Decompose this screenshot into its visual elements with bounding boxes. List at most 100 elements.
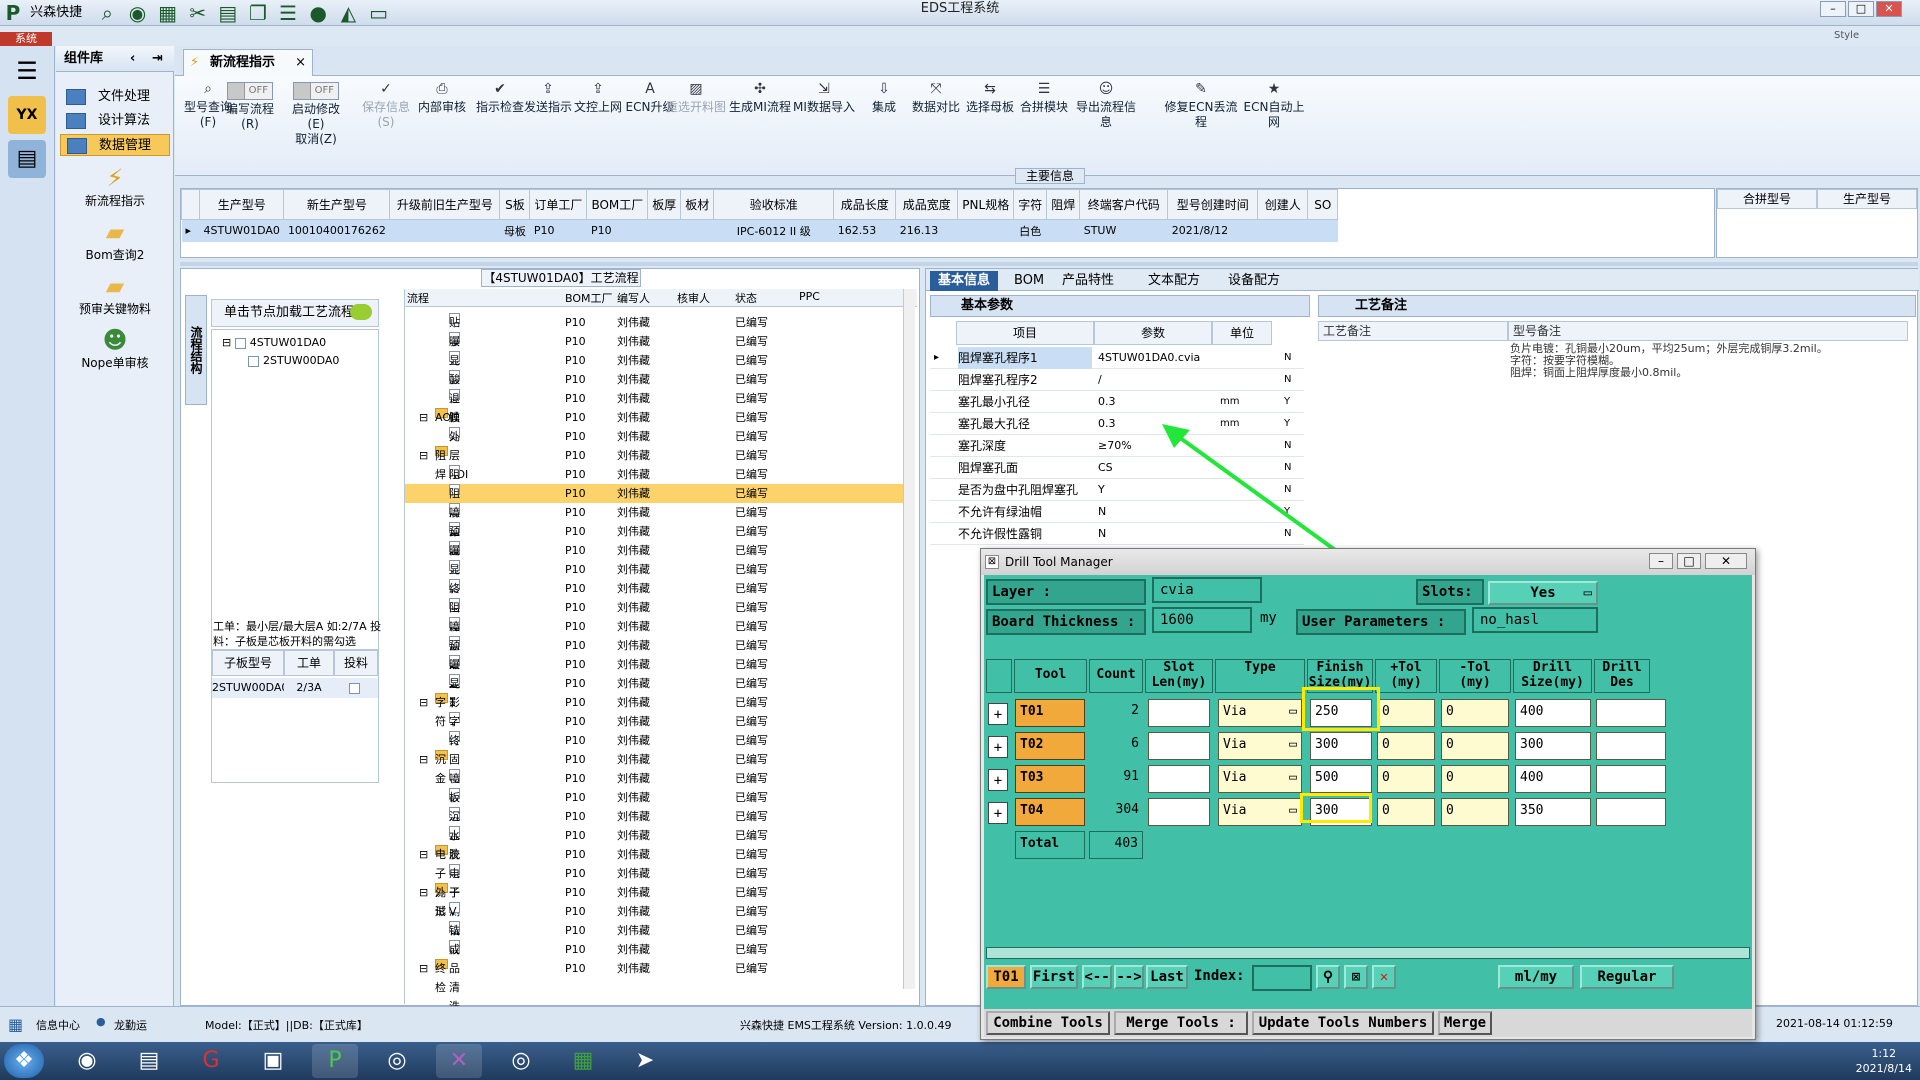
minus-tol-field[interactable]: 0 bbox=[1441, 732, 1509, 760]
tab-new-flow[interactable]: ⚡ 新流程指示 × bbox=[183, 49, 313, 76]
tab-4[interactable]: 设备配方 bbox=[1220, 271, 1288, 291]
grid-header[interactable]: 成品宽度 bbox=[895, 189, 959, 220]
param-value[interactable]: 0.3 bbox=[1098, 413, 1116, 435]
taskbar-eye2-icon[interactable]: ◎ bbox=[498, 1044, 544, 1078]
grid-header[interactable]: 阻焊 bbox=[1046, 189, 1081, 220]
process-row[interactable]: 终固化P10刘伟藏已编写 bbox=[405, 579, 905, 633]
windows-grid-icon[interactable]: ▦ bbox=[8, 1015, 23, 1034]
grid-header[interactable]: 新生产型号 bbox=[283, 189, 391, 220]
param-value[interactable]: 4STUW01DA0.cvia bbox=[1098, 347, 1200, 369]
grid-cell[interactable]: P10 bbox=[586, 219, 648, 242]
drill-des-field[interactable] bbox=[1596, 798, 1666, 826]
process-row[interactable]: 终固化P10刘伟藏已编写 bbox=[405, 731, 905, 785]
taskbar-p-icon[interactable]: P bbox=[312, 1044, 358, 1078]
ribbon-button-18[interactable]: ★ ECN自动上网 bbox=[1243, 82, 1305, 130]
process-row[interactable]: ⊟ 终检 P10 刘伟藏 已编写 bbox=[405, 959, 905, 994]
process-row[interactable]: ⊟ 字符 P10 刘伟藏 已编写 bbox=[405, 693, 905, 728]
monitor-icon[interactable]: ▭ bbox=[366, 2, 392, 24]
grid-cell[interactable] bbox=[957, 219, 1014, 242]
ribbon-button-14[interactable]: ⇆ 选择母板 bbox=[959, 82, 1021, 115]
expand-toggle-icon[interactable]: ⊟ bbox=[419, 845, 428, 864]
tab-2[interactable]: 产品特性 bbox=[1054, 271, 1122, 291]
chart-icon[interactable]: ◭ bbox=[335, 2, 361, 24]
style-label[interactable]: Style bbox=[1834, 30, 1859, 41]
grid-cell[interactable] bbox=[1257, 219, 1308, 242]
minimize-button[interactable]: – bbox=[1820, 1, 1846, 17]
grid-header[interactable]: 板材 bbox=[680, 189, 715, 220]
expand-toggle-icon[interactable]: ⊟ bbox=[419, 959, 428, 978]
nav-first-button[interactable]: First bbox=[1030, 965, 1078, 989]
grid-header[interactable]: 升级前旧生产型号 bbox=[389, 189, 501, 220]
process-row[interactable]: 电子测试P10刘伟藏已编写 bbox=[405, 864, 905, 937]
comp-item-file[interactable]: 文件处理 bbox=[60, 86, 170, 108]
ribbon-button-11[interactable]: ⇲ MI数据导入 bbox=[793, 82, 855, 115]
tab-0[interactable]: 基本信息 bbox=[930, 271, 999, 291]
taskbar-notes-icon[interactable]: ▤ bbox=[126, 1044, 172, 1078]
mode-dropdown[interactable]: Regular bbox=[1580, 965, 1674, 989]
grid-header[interactable]: 板厚 bbox=[647, 189, 682, 220]
param-value[interactable]: 0.3 bbox=[1098, 391, 1116, 413]
process-row[interactable]: 喷砂P10刘伟藏已编写 bbox=[405, 769, 905, 804]
process-row[interactable]: 曝光1P10刘伟藏已编写 bbox=[405, 655, 905, 709]
ribbon-button-3[interactable]: ✓ 保存信息(S) bbox=[355, 82, 417, 130]
checkbox[interactable] bbox=[248, 355, 259, 367]
grid-cell[interactable]: 4STUW01DA0 bbox=[199, 219, 284, 242]
drill-size-field[interactable]: 300 bbox=[1515, 732, 1591, 760]
process-row[interactable]: 阻焊前处理P10刘伟藏已编写 bbox=[405, 465, 905, 557]
expand-toggle-icon[interactable]: ⊟ bbox=[419, 408, 428, 427]
taskbar-x-icon[interactable]: ✕ bbox=[436, 1044, 482, 1078]
process-row[interactable]: ⊟ AOI P10 刘伟藏 已编写 bbox=[405, 408, 905, 427]
process-row[interactable]: 退膜 P10 刘伟藏 已编写 bbox=[405, 389, 905, 424]
expand-row-icon[interactable]: + bbox=[988, 736, 1008, 758]
grid-cell[interactable]: 白色 bbox=[1013, 219, 1047, 242]
ribbon-button-9[interactable]: ▨ 重选开料图 bbox=[665, 82, 727, 115]
type-dropdown[interactable]: Via ▭ bbox=[1218, 699, 1302, 727]
slot-length-field[interactable] bbox=[1148, 732, 1210, 760]
process-row[interactable]: 显影P10刘伟藏已编写 bbox=[405, 351, 905, 386]
process-row[interactable]: V槽P10刘伟藏已编写 bbox=[405, 902, 905, 937]
tool-name[interactable]: T02 bbox=[1015, 732, 1085, 760]
tool-name[interactable]: T01 bbox=[1015, 699, 1085, 727]
finish-size-field[interactable]: 300 bbox=[1310, 732, 1372, 760]
taskbar-eye-icon[interactable]: ◎ bbox=[374, 1044, 420, 1078]
comp-item-data[interactable]: 数据管理 bbox=[60, 134, 170, 156]
search-icon[interactable]: ⌕ bbox=[94, 2, 120, 24]
clock[interactable]: 1:12 2021/8/14 bbox=[1856, 1046, 1912, 1076]
nav-prev-button[interactable]: <-- bbox=[1082, 965, 1112, 989]
dtm-minimize-button[interactable]: – bbox=[1649, 553, 1673, 569]
process-row[interactable]: 铣板P10刘伟藏已编写 bbox=[405, 921, 905, 956]
process-row[interactable]: 喷涂P10刘伟藏已编写 bbox=[405, 503, 905, 538]
param-value[interactable]: N bbox=[1098, 501, 1106, 523]
process-row[interactable]: 预烘1P10刘伟藏已编写 bbox=[405, 636, 905, 690]
system-label[interactable]: 系统 bbox=[0, 32, 52, 46]
sub-cell[interactable]: 2STUW00DA0 bbox=[212, 678, 288, 698]
type-dropdown[interactable]: Via ▭ bbox=[1218, 765, 1302, 793]
list-icon[interactable]: ☰ bbox=[275, 2, 301, 24]
grid-cell[interactable]: 10010400176262 bbox=[283, 219, 390, 242]
drill-size-field[interactable]: 350 bbox=[1515, 798, 1591, 826]
slot-length-field[interactable] bbox=[1148, 798, 1210, 826]
expand-toggle-icon[interactable]: ⊟ bbox=[419, 883, 428, 902]
process-row[interactable]: 喷涂1P10刘伟藏已编写 bbox=[405, 617, 905, 671]
param-value[interactable]: / bbox=[1098, 369, 1102, 391]
basic-row[interactable]: 阻焊塞孔程序2 / N bbox=[930, 369, 1304, 391]
type-dropdown[interactable]: Via ▭ bbox=[1218, 732, 1302, 760]
minus-tol-field[interactable]: 0 bbox=[1441, 699, 1509, 727]
grid-cell[interactable]: STUW bbox=[1079, 219, 1168, 242]
grid-header[interactable]: 终端客户代码 bbox=[1079, 189, 1169, 220]
taskbar-telegram-icon[interactable]: ➤ bbox=[622, 1044, 668, 1078]
grid-header[interactable]: 字符 bbox=[1013, 189, 1048, 220]
checkbox[interactable] bbox=[234, 337, 246, 349]
material-item[interactable]: ▰ 预审关键物料 bbox=[56, 272, 174, 317]
globe-icon[interactable]: ◉ bbox=[124, 2, 150, 24]
process-row[interactable]: ⊟ 阻焊 P10 刘伟藏 已编写 bbox=[405, 446, 905, 481]
drill-des-field[interactable] bbox=[1596, 765, 1666, 793]
film-icon[interactable]: ▤ bbox=[215, 2, 241, 24]
grid-header[interactable]: PNL规格 bbox=[957, 189, 1015, 220]
grid-cell[interactable] bbox=[1307, 219, 1338, 242]
grid-cell[interactable]: 162.53 bbox=[833, 219, 896, 242]
process-row[interactable]: ⊟电子测试P10刘伟藏已编写 bbox=[405, 845, 905, 918]
nav-next-button[interactable]: --> bbox=[1114, 965, 1144, 989]
layer-field[interactable]: cvia bbox=[1152, 577, 1262, 603]
ribbon-button-10[interactable]: ✣ 生成MI流程 bbox=[729, 82, 791, 115]
